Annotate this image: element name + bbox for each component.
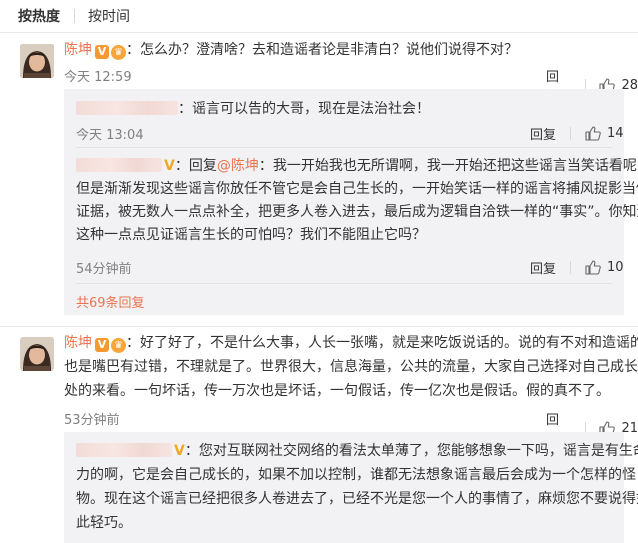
comment-text: ：怎么办？澄清啥？去和造谣者论是非清白？说他们说得不对？ xyxy=(126,42,518,58)
vip-crown-icon: ♛ xyxy=(111,45,126,60)
reply-text: ：我一开始我也无所谓啊，我一开始还把这些谣言当笑话看呢， xyxy=(258,158,638,174)
reply-text-line: 证据，被无数人一点点补全，把更多人卷入进去，最后成为逻辑自洽铁一样的“事实”。你… xyxy=(76,204,638,220)
reply-text: ：您对互联网社交网络的看法太单薄了，您能够想象一下吗，谣言是有生命 xyxy=(184,443,638,459)
thumbs-up-icon xyxy=(585,260,601,275)
comment-content: 陈坤 V ♛ ：怎么办？澄清啥？去和造谣者论是非清白？说他们说得不对？ xyxy=(64,39,518,61)
comment-content: 陈坤 V ♛ ：好了好了，不是什么大事，人长一张嘴，就是来吃饭说话的。说的有不对和造谣… xyxy=(64,332,638,354)
sort-bar-divider xyxy=(0,32,638,33)
reply-content: ：谣言可以告的大哥，现在是法治社会！ xyxy=(76,98,430,120)
avatar[interactable] xyxy=(20,337,54,371)
avatar-portrait-icon xyxy=(20,337,54,371)
comment-time: 53分钟前 xyxy=(64,413,120,428)
action-divider xyxy=(570,261,572,274)
reply-text: ：谣言可以告的大哥，现在是法治社会！ xyxy=(178,101,430,117)
redacted-username[interactable] xyxy=(76,443,172,457)
like-button[interactable]: 14 xyxy=(585,126,624,141)
redacted-username[interactable] xyxy=(76,101,178,115)
reply-button[interactable]: 回复 xyxy=(530,124,556,143)
reply-content: V：您对互联网社交网络的看法太单薄了，您能够想象一下吗，谣言是有生命 xyxy=(76,440,638,462)
reply-time: 54分钟前 xyxy=(76,262,132,277)
action-divider xyxy=(570,127,572,140)
redacted-username[interactable] xyxy=(76,158,162,172)
author-name[interactable]: 陈坤 xyxy=(64,335,92,351)
sort-by-hot[interactable]: 按热度 xyxy=(18,6,60,26)
reply-actions: 回复 10 xyxy=(530,258,624,277)
mention-link[interactable]: @陈坤 xyxy=(217,158,259,174)
comment-divider xyxy=(0,326,638,327)
reply-prefix: ：回复 xyxy=(174,158,217,174)
reply-actions: 回复 14 xyxy=(530,124,624,143)
sort-bar: 按热度 按时间 xyxy=(0,0,638,32)
reply-text-line: 此轻巧。 xyxy=(76,515,132,531)
verified-v-icon: V xyxy=(95,45,109,59)
avatar[interactable] xyxy=(20,44,54,78)
reply-time: 今天 13:04 xyxy=(76,128,144,143)
avatar-portrait-icon xyxy=(20,44,54,78)
like-count: 10 xyxy=(607,260,624,275)
reply-text-line: 物。现在这个谣言已经把很多人卷进去了，已经不光是您一个人的事情了，麻烦您不要说得… xyxy=(76,491,638,507)
reply-divider xyxy=(76,283,612,284)
vip-crown-icon: ♛ xyxy=(111,338,126,353)
comment-text: ：好了好了，不是什么大事，人长一张嘴，就是来吃饭说话的。说的有不对和造谣的， xyxy=(126,335,638,351)
reply-divider xyxy=(76,147,612,148)
reply-text-line: 但是渐渐发现这些谣言你放任不管它是会自己生长的，一开始笑话一样的谣言将捕风捉影当… xyxy=(76,181,638,197)
author-name[interactable]: 陈坤 xyxy=(64,42,92,58)
reply-text-line: 力的啊，它是会自己成长的，如果不加以控制，谁都无法想象谣言最后会成为一个怎样的怪 xyxy=(76,467,636,483)
reply-content: V：回复@陈坤：我一开始我也无所谓啊，我一开始还把这些谣言当笑话看呢， xyxy=(76,155,638,177)
comment-time: 今天 12:59 xyxy=(64,70,132,85)
like-count: 14 xyxy=(607,126,624,141)
thumbs-up-icon xyxy=(585,126,601,141)
verified-v-icon: V xyxy=(174,443,185,459)
reply-button[interactable]: 回复 xyxy=(530,258,556,277)
like-button[interactable]: 10 xyxy=(585,260,624,275)
verified-v-icon: V xyxy=(164,158,175,174)
verified-v-icon: V xyxy=(95,338,109,352)
comment-text-line: 处的来看。一句坏话，传一万次也是坏话，一句假话，传一亿次也是假话。假的真不了。 xyxy=(64,383,610,399)
comment-text-line: 也是嘴巴有过错，不理就是了。世界很大，信息海量，公共的流量，大家自己选择对自己成… xyxy=(64,359,638,375)
sort-by-time[interactable]: 按时间 xyxy=(88,6,130,26)
sort-divider xyxy=(74,9,75,23)
reply-text-line: 这种一点点见证谣言生长的可怕吗？我们不能阻止它吗？ xyxy=(76,227,426,243)
more-replies-link[interactable]: 共69条回复 xyxy=(76,292,145,311)
